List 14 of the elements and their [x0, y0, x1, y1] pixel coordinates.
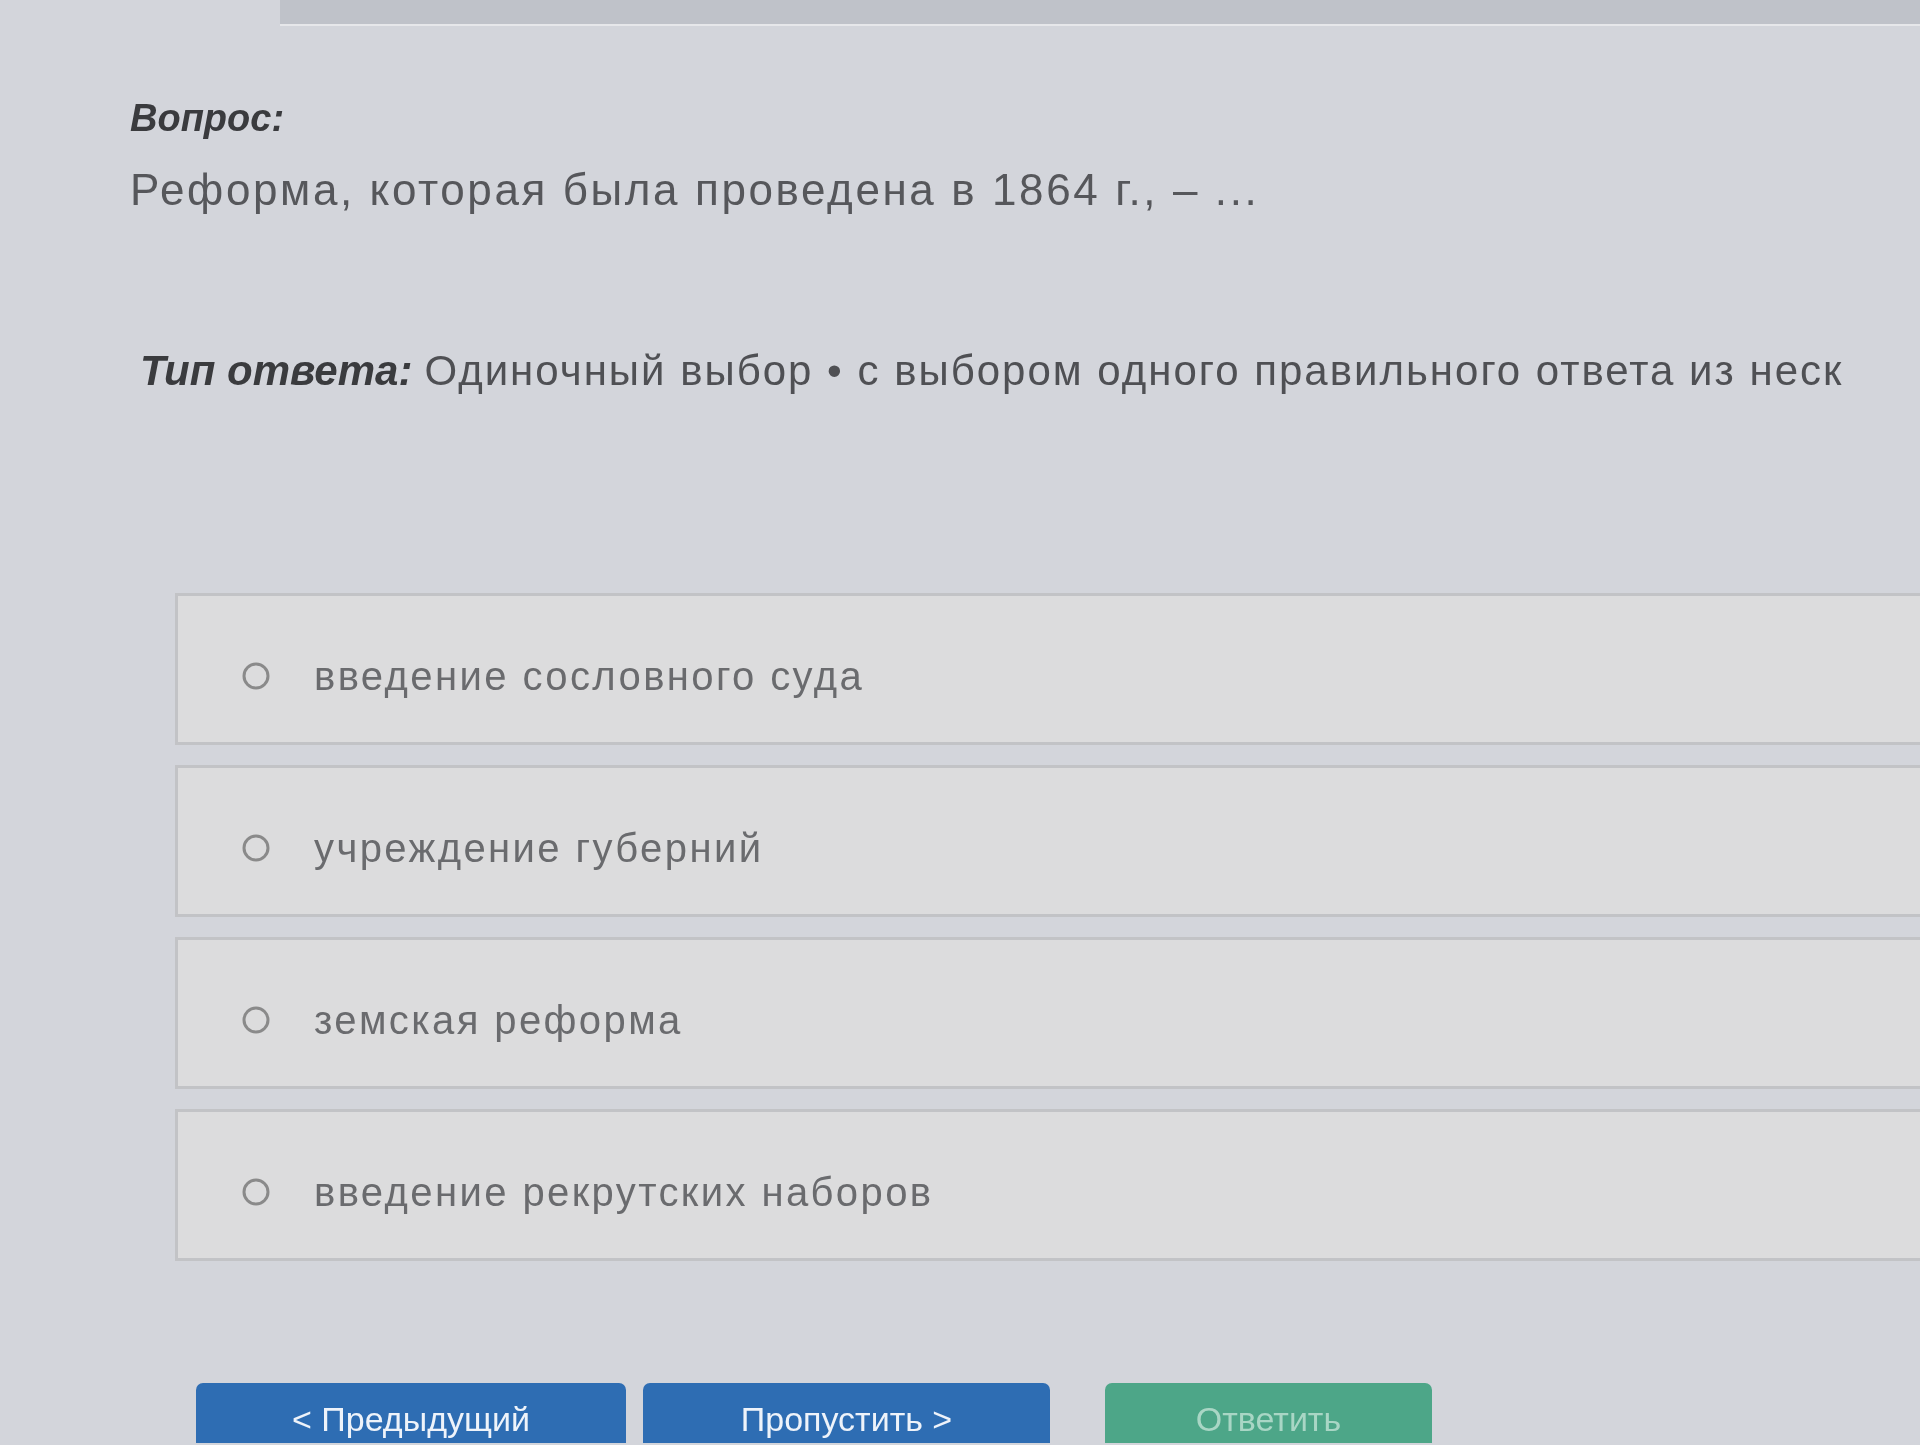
answer-type-label: Тип ответа: [140, 346, 413, 396]
question-text: Реформа, которая была проведена в 1864 г., – ... [130, 164, 1260, 216]
answer-option[interactable]: земская реформа [175, 937, 1920, 1089]
nav-button[interactable]: Пропустить > [643, 1383, 1050, 1443]
answer-option[interactable]: учреждение губерний [175, 765, 1920, 917]
answer-option[interactable]: введение сословного суда [175, 593, 1920, 745]
question-label: Вопрос: [130, 96, 285, 141]
radio-icon[interactable] [242, 662, 270, 690]
nav-button[interactable]: < Предыдущий [196, 1383, 626, 1443]
answer-type-text: Одиночный выбор • с выбором одного правильного ответа из неск [424, 346, 1844, 396]
radio-icon[interactable] [242, 834, 270, 862]
radio-icon[interactable] [242, 1178, 270, 1206]
radio-icon[interactable] [242, 1006, 270, 1034]
answer-option[interactable]: введение рекрутских наборов [175, 1109, 1920, 1261]
